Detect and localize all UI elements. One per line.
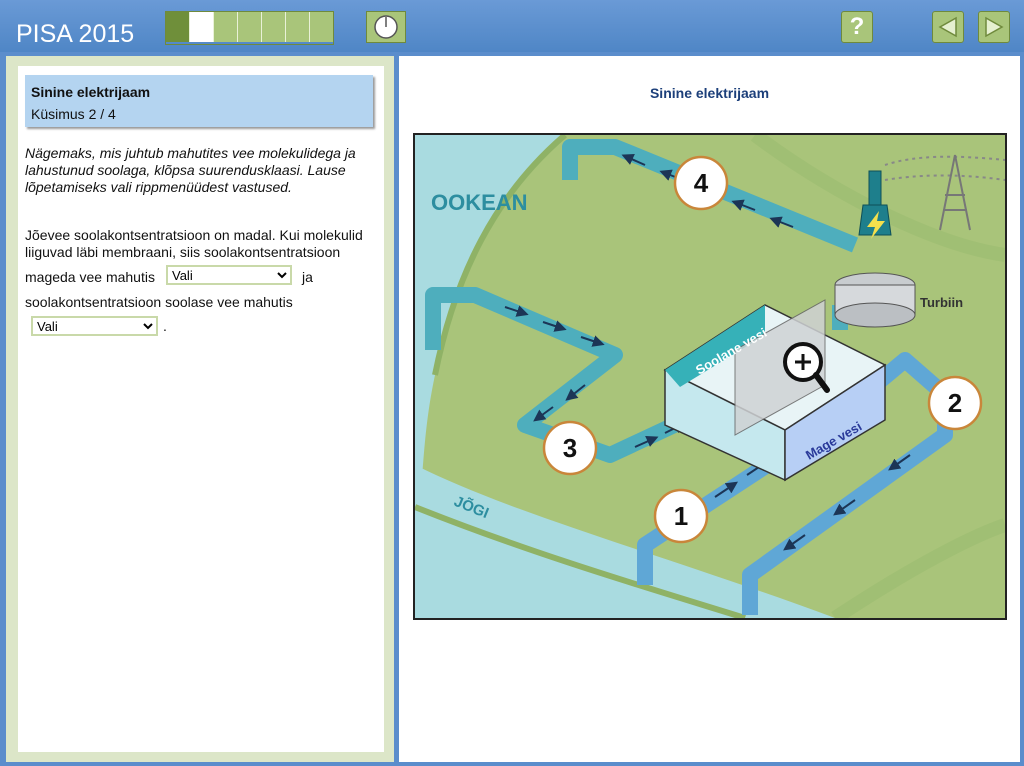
progress-segment-current: [190, 12, 214, 42]
progress-segment: [238, 12, 262, 42]
progress-segment: [310, 12, 333, 42]
progress-segment: [286, 12, 310, 42]
arrow-left-icon: [938, 16, 957, 38]
question-panel: Sinine elektrijaam Küsimus 2 / 4 Nägemak…: [6, 56, 394, 762]
pipe-label-3: 3: [563, 433, 577, 463]
help-icon: ?: [849, 13, 865, 40]
timer-button[interactable]: [366, 11, 406, 43]
question-text-line3: mageda vee mahutis: [25, 269, 155, 285]
river-area: [415, 465, 835, 618]
progress-segment: [262, 12, 286, 42]
diagram-illustration: 4 3 1 2 OOKEAN JÕGI Soolane vesi Mage ve…: [415, 135, 1005, 618]
dropdown-fresh-water[interactable]: Vali: [166, 265, 292, 285]
question-header: Sinine elektrijaam Küsimus 2 / 4: [25, 75, 373, 127]
question-text-line1: Jõevee soolakontsentratsioon on madal. K…: [25, 227, 363, 243]
top-bar: PISA 2015 ?: [0, 0, 1024, 52]
clock-icon: [374, 15, 398, 39]
arrow-right-icon: [985, 16, 1004, 38]
question-instruction: Nägemaks, mis juhtub mahutites vee molek…: [25, 145, 356, 195]
next-button[interactable]: [978, 11, 1010, 43]
progress-segment: [166, 12, 190, 42]
power-plant-diagram: 4 3 1 2 OOKEAN JÕGI Soolane vesi Mage ve…: [413, 133, 1007, 620]
question-text-period: .: [163, 318, 167, 334]
dropdown-salt-water[interactable]: Vali: [31, 316, 158, 336]
progress-segment: [214, 12, 238, 42]
question-text-connector: ja: [302, 269, 313, 285]
pylon: [939, 154, 971, 231]
question-title: Sinine elektrijaam: [31, 84, 151, 100]
pipe-label-2: 2: [948, 388, 962, 418]
progress-indicator: [165, 11, 334, 45]
brand-title: PISA 2015: [16, 20, 135, 48]
stimulus-title: Sinine elektrijaam: [649, 85, 770, 101]
question-number: Küsimus 2 / 4: [31, 106, 116, 122]
pipe-label-4: 4: [694, 168, 709, 198]
ocean-label: OOKEAN: [431, 190, 528, 215]
stimulus-panel: Sinine elektrijaam 4 3 1 2 OOKEAN JÕGI S…: [399, 56, 1020, 762]
help-button[interactable]: ?: [841, 11, 873, 43]
question-content: Sinine elektrijaam Küsimus 2 / 4 Nägemak…: [18, 66, 384, 752]
question-text-line2: liiguvad läbi membraani, siis soolakonts…: [25, 244, 341, 260]
previous-button[interactable]: [932, 11, 964, 43]
pipe-label-1: 1: [674, 501, 688, 531]
turbine-label: Turbiin: [920, 295, 963, 310]
question-text-line4: soolakontsentratsioon soolase vee mahuti…: [25, 294, 293, 310]
